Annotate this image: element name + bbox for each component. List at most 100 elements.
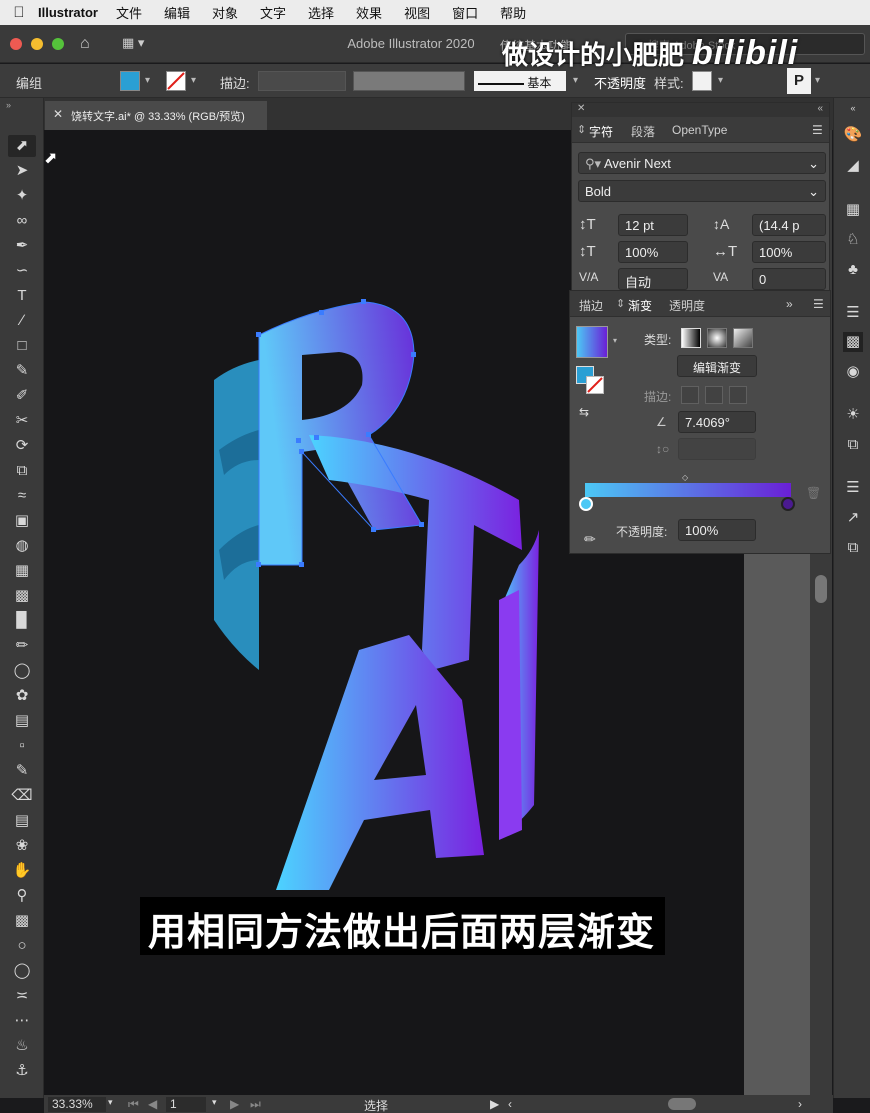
line-tool-icon[interactable]: ∕ [8,310,36,332]
first-artboard-icon[interactable]: ⏮ [128,1097,139,1112]
transparency-panel-icon[interactable]: ◉ [843,362,863,382]
letter-i-shape[interactable] [499,590,522,840]
expand-icon[interactable]: » [786,297,793,311]
stroke-weight-field[interactable] [258,71,346,91]
linear-gradient-button[interactable] [681,328,701,348]
letter-a-shape[interactable] [276,635,484,890]
midpoint-diamond-icon[interactable]: ◇ [682,473,688,482]
gradient-slider[interactable] [585,483,791,497]
gradient-preset-dropdown-icon[interactable]: ▾ [613,336,617,345]
stroke-dropdown-icon[interactable]: ▾ [191,75,196,86]
variable-width-field[interactable] [353,71,465,91]
tracking-input[interactable]: 0 [752,268,826,290]
menu-file[interactable]: 文件 [116,3,142,22]
width-tool-icon[interactable]: ≈ [8,485,36,507]
gradient-angle-input[interactable]: 7.4069° [678,411,756,433]
brush-dropdown-icon[interactable]: ▾ [573,75,578,86]
paintbrush-tool-icon[interactable]: ✎ [8,360,36,382]
stroke-across-button[interactable] [729,386,747,404]
rectangle-tool-icon[interactable]: □ [8,335,36,357]
free-transform-tool-icon[interactable]: ▣ [8,510,36,532]
tab-transparency[interactable]: 透明度 [669,297,705,314]
edit-gradient-button[interactable]: 编辑渐变 [677,355,757,377]
horizontal-scale-input[interactable]: 100% [752,241,826,263]
style-dropdown-icon[interactable]: ▾ [718,75,723,86]
letter-t-shape[interactable] [309,435,522,670]
expand-dock-icon[interactable]: « [843,98,863,118]
gradient-stop-end[interactable] [781,497,795,511]
graphic-styles-icon[interactable]: ⧉ [843,435,863,455]
stroke-swatch-small[interactable] [586,376,604,394]
aspect-ratio-input[interactable] [678,438,756,460]
scrollbar-thumb[interactable] [815,575,827,603]
font-size-input[interactable]: 12 pt [618,214,688,236]
gradient-stop-start[interactable] [579,497,593,511]
ribbon-band-left[interactable] [214,360,259,670]
reverse-gradient-icon[interactable]: ⇆ [579,405,589,419]
letter-r-shape[interactable] [259,302,422,565]
artboard-tool-icon[interactable]: ▫ [8,735,36,757]
column-graph-tool-icon[interactable]: ▤ [8,710,36,732]
paint-bucket-tool-icon[interactable]: ♨ [8,1035,36,1057]
menu-help[interactable]: 帮助 [500,3,526,22]
graphic-style-swatch[interactable] [692,71,712,91]
shape-builder-tool-icon[interactable]: ◍ [8,535,36,557]
gradient-tool-icon[interactable]: ▉ [8,610,36,632]
edit-toolbar-icon[interactable]: ⋯ [8,1010,36,1032]
color-guide-icon[interactable]: ◢ [843,156,863,176]
export-panel-icon[interactable]: ↗ [843,508,863,528]
artboard-dropdown-icon[interactable]: ▾ [212,1097,217,1108]
stroke-panel-icon[interactable]: ☰ [843,303,863,323]
ruler-tool-icon[interactable]: ▤ [8,810,36,832]
lasso-tool-icon[interactable]: ∞ [8,210,36,232]
fill-stroke-widget-icon[interactable]: ▩ [8,910,36,932]
mesh-tool-icon[interactable]: ▩ [8,585,36,607]
stroke-swatch[interactable] [166,71,186,91]
tab-character[interactable]: 字符 [589,123,613,140]
gradient-preview-swatch[interactable] [576,326,608,358]
tab-opentype[interactable]: OpenType [672,123,727,137]
font-style-select[interactable]: Bold ⌄ [578,180,826,202]
puppet-warp-tool-icon[interactable]: ❀ [8,835,36,857]
symbols-panel-icon[interactable]: ♣ [843,260,863,280]
delete-stop-icon[interactable]: 🗑 [806,486,821,500]
tab-gradient[interactable]: 渐变 [628,297,652,314]
app-menu[interactable]: Illustrator [38,5,98,20]
h-scroll-right-icon[interactable]: › [798,1097,802,1111]
setup-dropdown-icon[interactable]: ▾ [815,75,820,86]
menu-select[interactable]: 选择 [308,3,334,22]
stroke-along-button[interactable] [705,386,723,404]
stop-opacity-input[interactable]: 100% [678,519,756,541]
close-panel-icon[interactable]: ✕ [577,103,585,114]
eraser-tool-icon[interactable]: ⌫ [8,785,36,807]
eyedropper-tool-icon[interactable]: ✏ [8,635,36,657]
menu-window[interactable]: 窗口 [452,3,478,22]
last-artboard-icon[interactable]: ⏭ [250,1097,261,1112]
screen-mode-icon[interactable]: ≍ [8,985,36,1007]
scissors-tool-icon[interactable]: ✂ [8,410,36,432]
pen-tool-icon[interactable]: ✒ [8,235,36,257]
menu-object[interactable]: 对象 [212,3,238,22]
perspective-grid-tool-icon[interactable]: ▦ [8,560,36,582]
scale-tool-icon[interactable]: ⧉ [8,460,36,482]
magic-wand-tool-icon[interactable]: ✦ [8,185,36,207]
color-panel-icon[interactable]: 🎨 [843,125,863,145]
symbol-sprayer-tool-icon[interactable]: ✿ [8,685,36,707]
panel-menu-icon[interactable]: ☰ [812,123,823,137]
zoom-tool-icon[interactable]: ⚲ [8,885,36,907]
swatches-panel-icon[interactable]: ▦ [843,200,863,220]
fill-dropdown-icon[interactable]: ▾ [145,75,150,86]
h-scrollbar-thumb[interactable] [668,1098,696,1110]
opacity-link[interactable]: 不透明度 [594,73,646,92]
tab-stroke[interactable]: 描边 [579,297,603,314]
brush-definition-select[interactable]: 基本 [474,71,566,91]
tab-paragraph[interactable]: 段落 [631,123,655,140]
collapse-panel-icon[interactable]: » [6,100,11,110]
h-scroll-left-icon[interactable]: ‹ [508,1097,512,1111]
appearance-panel-icon[interactable]: ☀ [843,405,863,425]
selection-tool-icon[interactable]: ⬈ [8,135,36,157]
font-family-select[interactable]: ⚲▾ Avenir Next ⌄ [578,152,826,174]
menu-effect[interactable]: 效果 [356,3,382,22]
menu-view[interactable]: 视图 [404,3,430,22]
next-artboard-icon[interactable]: ▶ [230,1097,239,1111]
